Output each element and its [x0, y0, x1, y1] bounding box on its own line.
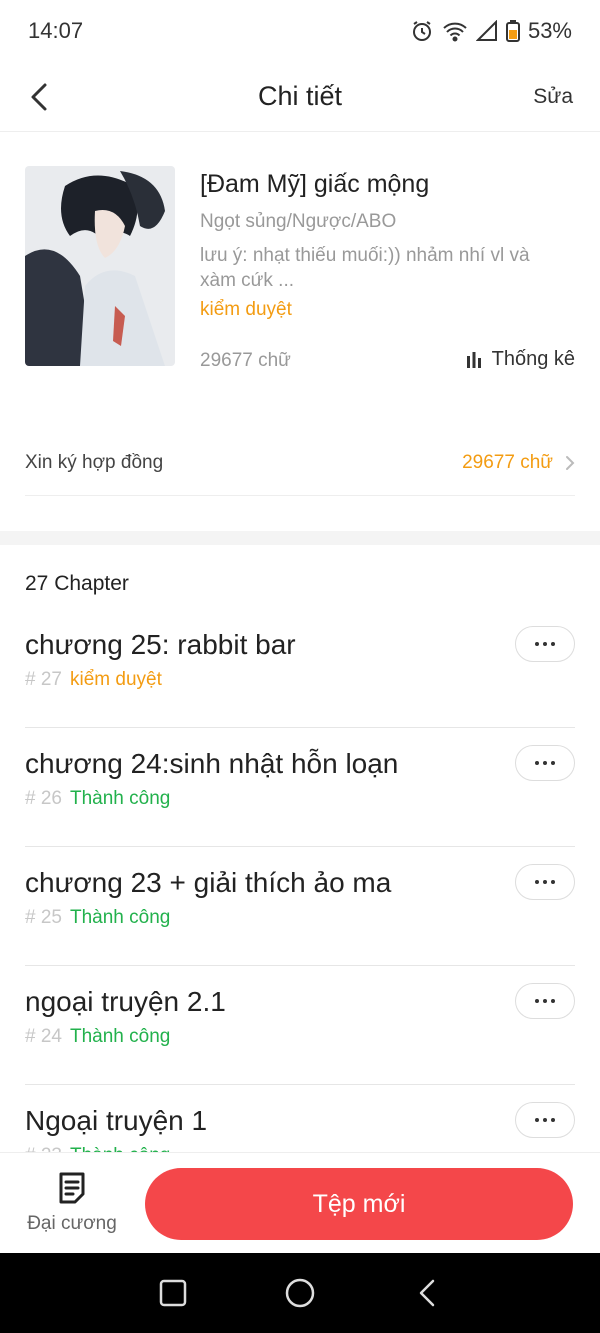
chapter-title: Ngoại truyện 1: [25, 1105, 208, 1136]
ellipsis-dot: [535, 999, 539, 1003]
more-options-button[interactable]: [515, 864, 575, 900]
outline-button[interactable]: Đại cương: [22, 1171, 122, 1241]
chapter-title: chương 24:sinh nhật hỗn loạn: [25, 748, 399, 779]
more-options-button[interactable]: [515, 983, 575, 1019]
ellipsis-dot: [551, 880, 555, 884]
book-word-count: 29677 chữ: [200, 350, 291, 371]
recent-apps-button[interactable]: [148, 1268, 198, 1318]
edit-button[interactable]: Sửa: [533, 85, 573, 109]
book-status: kiểm duyệt: [200, 299, 292, 320]
chapter-number: # 24: [25, 1026, 62, 1047]
ellipsis-dot: [551, 999, 555, 1003]
page-title: Chi tiết: [257, 81, 343, 111]
ellipsis-dot: [551, 1118, 555, 1122]
more-options-button[interactable]: [515, 1102, 575, 1138]
more-options-button[interactable]: [515, 626, 575, 662]
ellipsis-dot: [543, 880, 547, 884]
status-icons: 53%: [410, 18, 572, 44]
chapter-status: kiểm duyệt: [69, 669, 162, 690]
chapter-item[interactable]: chương 23 + giải thích ảo ma # 25 Thành …: [25, 847, 575, 966]
ellipsis-dot: [535, 761, 539, 765]
ellipsis-dot: [535, 642, 539, 646]
document-icon: [59, 1172, 85, 1204]
chapter-title: chương 25: rabbit bar: [25, 629, 296, 660]
ellipsis-dot: [535, 880, 539, 884]
book-info: [Đam Mỹ] giấc mộng Ngọt sủng/Ngược/ABO l…: [200, 166, 575, 321]
outline-label: Đại cương: [27, 1213, 117, 1234]
chapter-item[interactable]: ngoại truyện 2.1 # 24 Thành công: [25, 966, 575, 1085]
contract-word-count: 29677 chữ: [462, 451, 553, 473]
chapter-list[interactable]: chương 25: rabbit bar # 27 kiểm duyệt ch…: [25, 609, 575, 1154]
status-bar: 14:07 53%: [0, 0, 600, 62]
book-cover-image[interactable]: [25, 166, 175, 366]
chapter-meta: # 24 Thành công: [25, 1026, 170, 1048]
triangle-back-icon: [419, 1279, 434, 1307]
ellipsis-dot: [543, 761, 547, 765]
alarm-icon: [410, 19, 434, 43]
bottom-action-bar: Đại cương Tệp mới: [0, 1152, 600, 1252]
stats-label: Thống kê: [491, 348, 575, 370]
wifi-icon: [442, 20, 468, 42]
system-back-button[interactable]: [402, 1268, 452, 1318]
home-button[interactable]: [275, 1268, 325, 1318]
square-icon: [160, 1279, 187, 1307]
contract-right: 29677 chữ: [462, 452, 575, 474]
back-button[interactable]: [22, 80, 56, 114]
ellipsis-dot: [543, 642, 547, 646]
chapter-item[interactable]: chương 24:sinh nhật hỗn loạn # 26 Thành …: [25, 728, 575, 847]
book-tags: Ngọt sủng/Ngược/ABO: [200, 211, 397, 232]
chevron-right-icon: [566, 455, 575, 470]
chevron-left-icon: [31, 83, 47, 111]
book-description-line: xàm cứk ...: [200, 270, 295, 291]
chapter-count: 27 Chapter: [25, 572, 129, 595]
book-description: lưu ý: nhạt thiếu muối:)) nhảm nhí vl và…: [200, 243, 575, 293]
chapter-number: # 27: [25, 669, 62, 690]
chapter-item[interactable]: chương 25: rabbit bar # 27 kiểm duyệt: [25, 609, 575, 728]
status-time: 14:07: [28, 18, 84, 43]
battery-icon: [505, 20, 520, 42]
book-description-line: lưu ý: nhạt thiếu muối:)) nhảm nhí vl và: [200, 245, 530, 266]
contract-row[interactable]: Xin ký hợp đồng 29677 chữ: [25, 430, 575, 496]
ellipsis-dot: [543, 999, 547, 1003]
chapter-meta: # 27 kiểm duyệt: [25, 669, 162, 691]
chapter-status: Thành công: [69, 1026, 171, 1047]
chapter-title: ngoại truyện 2.1: [25, 986, 226, 1017]
ellipsis-dot: [551, 642, 555, 646]
signal-icon: [475, 20, 498, 42]
chapter-title: chương 23 + giải thích ảo ma: [25, 867, 392, 898]
battery-percent: 53%: [527, 18, 572, 43]
system-nav-bar: [0, 1253, 600, 1333]
contract-label: Xin ký hợp đồng: [25, 451, 164, 473]
more-options-button[interactable]: [515, 745, 575, 781]
ellipsis-dot: [535, 1118, 539, 1122]
chapter-status: Thành công: [69, 788, 171, 809]
book-card: [Đam Mỹ] giấc mộng Ngọt sủng/Ngược/ABO l…: [25, 166, 575, 371]
chapter-item[interactable]: Ngoại truyện 1 # 23 Thành công: [25, 1085, 575, 1154]
book-title: [Đam Mỹ] giấc mộng: [200, 170, 430, 198]
new-chapter-button[interactable]: Tệp mới: [145, 1168, 573, 1240]
ellipsis-dot: [543, 1118, 547, 1122]
stats-button[interactable]: Thống kê: [466, 348, 575, 371]
chapter-number: # 25: [25, 907, 62, 928]
chapter-meta: # 25 Thành công: [25, 907, 170, 929]
chapter-meta: # 26 Thành công: [25, 788, 170, 810]
ellipsis-dot: [551, 761, 555, 765]
chapter-status: Thành công: [69, 907, 171, 928]
chapter-number: # 26: [25, 788, 62, 809]
circle-icon: [285, 1278, 315, 1308]
section-divider: [0, 531, 600, 545]
app-header: Chi tiết Sửa: [0, 62, 600, 132]
bar-chart-icon: [466, 351, 481, 368]
